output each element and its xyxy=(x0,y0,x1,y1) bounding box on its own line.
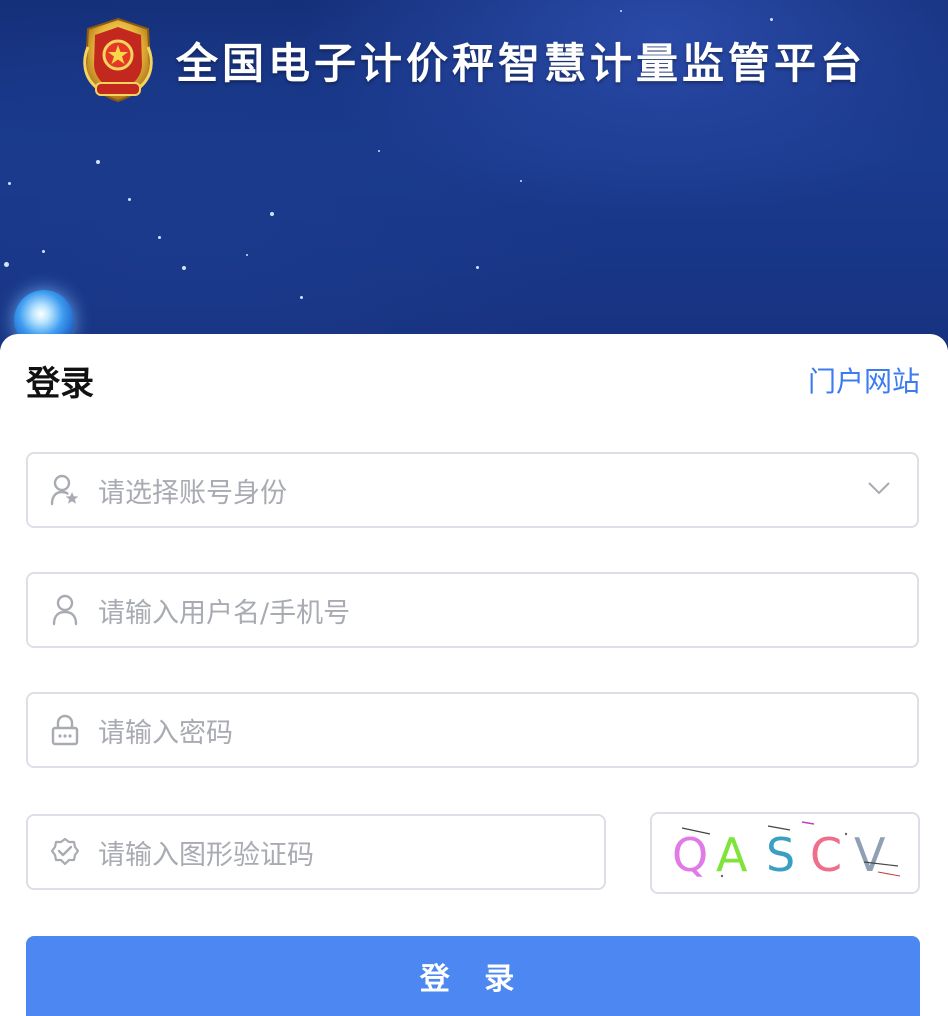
hero-banner: 全国电子计价秤智慧计量监管平台 xyxy=(0,0,948,350)
captcha-placeholder: 请输入图形验证码 xyxy=(98,839,314,871)
identity-select[interactable]: 请选择账号身份 xyxy=(26,452,919,528)
user-star-icon xyxy=(50,474,79,506)
portal-website-link[interactable]: 门户网站 xyxy=(808,360,920,400)
username-placeholder: 请输入用户名/手机号 xyxy=(98,597,351,629)
chevron-down-icon xyxy=(868,482,890,495)
password-placeholder: 请输入密码 xyxy=(98,717,233,749)
header: 全国电子计价秤智慧计量监管平台 xyxy=(78,14,866,106)
login-panel: 登录 门户网站 请选择账号身份 请输入用户名/手机号 请输入密码 请输入图形验证… xyxy=(0,334,948,1016)
police-emblem-icon xyxy=(83,17,153,103)
login-button[interactable]: 登 录 xyxy=(26,936,920,1016)
user-icon xyxy=(52,594,78,626)
password-input[interactable]: 请输入密码 xyxy=(26,692,919,768)
verified-shield-icon xyxy=(50,837,80,866)
page-title: 全国电子计价秤智慧计量监管平台 xyxy=(176,38,867,88)
username-input[interactable]: 请输入用户名/手机号 xyxy=(26,572,919,648)
captcha-input[interactable]: 请输入图形验证码 xyxy=(26,814,606,890)
captcha-image[interactable]: Q A S C V xyxy=(650,812,920,894)
lock-icon xyxy=(51,714,79,746)
captcha-noise xyxy=(681,821,901,878)
login-title: 登录 xyxy=(26,364,94,404)
identity-select-placeholder: 请选择账号身份 xyxy=(98,477,287,509)
